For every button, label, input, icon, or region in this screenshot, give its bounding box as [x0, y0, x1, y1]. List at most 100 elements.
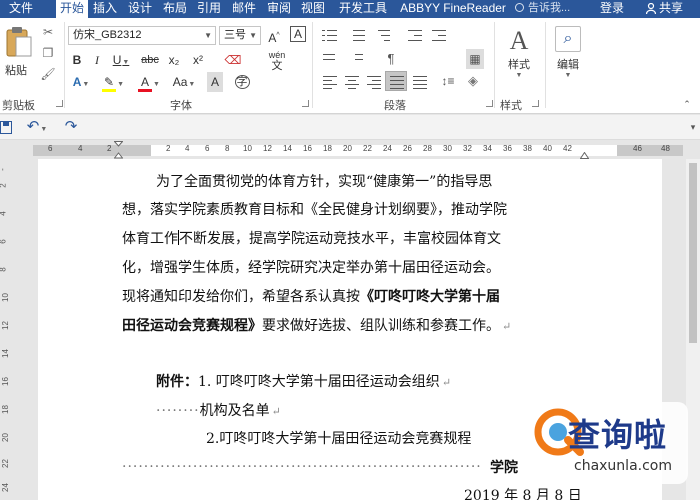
- char-border-button[interactable]: A: [290, 26, 306, 42]
- horizontal-ruler[interactable]: 6 4 2 2 4 6 8 10 12 14 16 18 20 22 24 26…: [0, 141, 700, 159]
- borders-icon[interactable]: ▦: [466, 49, 484, 69]
- scrollbar-thumb[interactable]: [689, 163, 697, 343]
- ruler-number: 32: [463, 144, 472, 153]
- save-icon[interactable]: [0, 121, 12, 134]
- customize-qat-icon[interactable]: ▾: [688, 117, 698, 137]
- ruler-number: 16: [303, 144, 312, 153]
- share-button[interactable]: 共享: [646, 0, 700, 18]
- font-name-combo[interactable]: 仿宋_GB2312 ▼: [68, 26, 216, 45]
- justify-icon[interactable]: [385, 71, 407, 91]
- tab-layout[interactable]: 布局: [159, 0, 191, 18]
- doc-line-6-end: 要求做好选拔、组队训练和参赛工作。: [262, 318, 500, 334]
- tab-review[interactable]: 审阅: [263, 0, 295, 18]
- grow-font-button[interactable]: A^: [265, 26, 283, 46]
- italic-button[interactable]: I: [90, 50, 104, 70]
- change-case-button[interactable]: Aa▼: [170, 72, 198, 92]
- chevron-down-icon: ▼: [153, 81, 160, 88]
- align-right-icon[interactable]: [365, 74, 383, 89]
- tab-references[interactable]: 引用: [193, 0, 225, 18]
- multilevel-list-icon[interactable]: [376, 28, 394, 42]
- styles-button[interactable]: A 样式 ▼: [500, 26, 538, 79]
- tab-mailings[interactable]: 邮件: [228, 0, 260, 18]
- cut-icon[interactable]: ✂: [40, 24, 56, 40]
- tab-design[interactable]: 设计: [124, 0, 156, 18]
- enclose-char-button[interactable]: 字: [232, 72, 252, 92]
- tab-developer[interactable]: 开发工具: [334, 0, 392, 18]
- ruler-number: 10: [243, 144, 252, 153]
- vertical-ruler[interactable]: - 2 4 6 8 10 12 14 16 18 20 22 24: [0, 159, 14, 500]
- font-size-combo[interactable]: 三号 ▼: [219, 26, 261, 45]
- font-color-button[interactable]: A ▼: [136, 72, 162, 92]
- styles-launcher-icon[interactable]: [532, 100, 539, 107]
- highlight-button[interactable]: ✎ ▼: [100, 72, 126, 92]
- tab-home[interactable]: 开始: [56, 0, 88, 19]
- doc-bold-title-end: 田径运动会竞赛规程》: [122, 318, 262, 334]
- line-spacing-icon[interactable]: ↕≡: [437, 71, 459, 91]
- login-button[interactable]: 登录: [600, 0, 634, 18]
- align-center-icon[interactable]: [343, 74, 361, 89]
- tab-abbyy-finereader[interactable]: ABBYY FineReader: [394, 0, 512, 18]
- editing-button[interactable]: ⌕ 编辑 ▼: [550, 26, 586, 79]
- doc-line-3-end: 不断发展，提高学院运动竞技水平，丰富校园体育文: [179, 231, 501, 247]
- tab-insert[interactable]: 插入: [89, 0, 121, 18]
- underline-button[interactable]: U▼: [110, 50, 132, 70]
- redo-icon[interactable]: ↷: [62, 117, 80, 137]
- strikethrough-button[interactable]: abc: [139, 50, 161, 70]
- attachment-1-continued: 机构及名单: [199, 403, 270, 419]
- chevron-down-icon: ▼: [564, 72, 572, 79]
- ruler-number: 8: [0, 267, 8, 271]
- ruler-number: 6: [0, 239, 8, 243]
- collapse-ribbon-icon[interactable]: ⌃: [680, 94, 694, 114]
- undo-button[interactable]: ↶▼: [24, 117, 50, 137]
- decrease-indent-icon[interactable]: [406, 28, 424, 42]
- text-effects-button[interactable]: A▼: [70, 72, 92, 92]
- phonetic-guide-button[interactable]: wén 文: [266, 50, 288, 72]
- enclose-char-label: 字: [234, 75, 250, 89]
- doc-line-6: 田径运动会竞赛规程》要求做好选拔、组队训练和参赛工作。 ↵: [122, 315, 511, 335]
- paste-icon: [6, 27, 32, 57]
- subscript-button[interactable]: x₂: [166, 50, 182, 70]
- attachment-line-3: 2.叮咚叮咚大学第十届田径运动会竞赛规程: [206, 431, 472, 447]
- distributed-icon[interactable]: [411, 74, 429, 89]
- ribbon-tab-bar: 文件 开始 插入 设计 布局 引用 邮件 审阅 视图 开发工具 ABBYY Fi…: [0, 0, 700, 19]
- format-painter-icon[interactable]: 🖌: [40, 66, 56, 82]
- underline-label: U: [112, 53, 122, 67]
- chevron-down-icon: ▼: [40, 126, 48, 133]
- styles-group-label: 样式: [500, 100, 522, 112]
- attachment-line-1: 附件：1. 叮咚叮咚大学第十届田径运动会组织 ↵: [156, 371, 451, 391]
- ruler-number: 22: [363, 144, 372, 153]
- sort-icon[interactable]: [353, 51, 371, 65]
- tab-file[interactable]: 文件: [0, 0, 42, 18]
- bold-button[interactable]: B: [70, 50, 84, 70]
- watermark-name: 查询啦: [568, 416, 668, 454]
- shading-icon[interactable]: ◈: [464, 71, 482, 91]
- paragraph-launcher-icon[interactable]: [486, 100, 493, 107]
- char-shading-button[interactable]: A: [207, 72, 223, 92]
- change-case-label: Aa: [172, 75, 188, 89]
- increase-indent-icon[interactable]: [430, 28, 448, 42]
- tab-dots: ········: [156, 403, 200, 419]
- show-marks-icon[interactable]: ¶: [383, 49, 399, 69]
- ruler-number: 18: [0, 405, 10, 414]
- align-left-icon[interactable]: [321, 74, 339, 89]
- tell-me-box[interactable]: 告诉我...: [515, 0, 595, 18]
- clipboard-launcher-icon[interactable]: [56, 100, 63, 107]
- font-color-label: A: [138, 75, 153, 92]
- bullets-icon[interactable]: [321, 28, 339, 42]
- styles-button-label: 样式: [508, 59, 530, 71]
- right-indent-marker[interactable]: [580, 152, 589, 159]
- font-size-value: 三号: [224, 29, 246, 41]
- tab-view[interactable]: 视图: [297, 0, 329, 18]
- superscript-button[interactable]: x²: [190, 50, 206, 70]
- chevron-down-icon: ▼: [122, 59, 130, 66]
- numbering-icon[interactable]: [348, 28, 366, 42]
- ruler-number: 38: [523, 144, 532, 153]
- paste-button[interactable]: 粘贴: [5, 62, 27, 78]
- font-launcher-icon[interactable]: [302, 100, 309, 107]
- first-line-indent-marker[interactable]: [114, 141, 123, 159]
- copy-icon[interactable]: ❐: [40, 45, 56, 61]
- clear-formatting-icon[interactable]: ⌫: [224, 50, 242, 70]
- chinese-layout-icon[interactable]: [321, 51, 339, 65]
- person-icon: [646, 3, 656, 14]
- paragraph-mark-icon: ↵: [441, 376, 452, 389]
